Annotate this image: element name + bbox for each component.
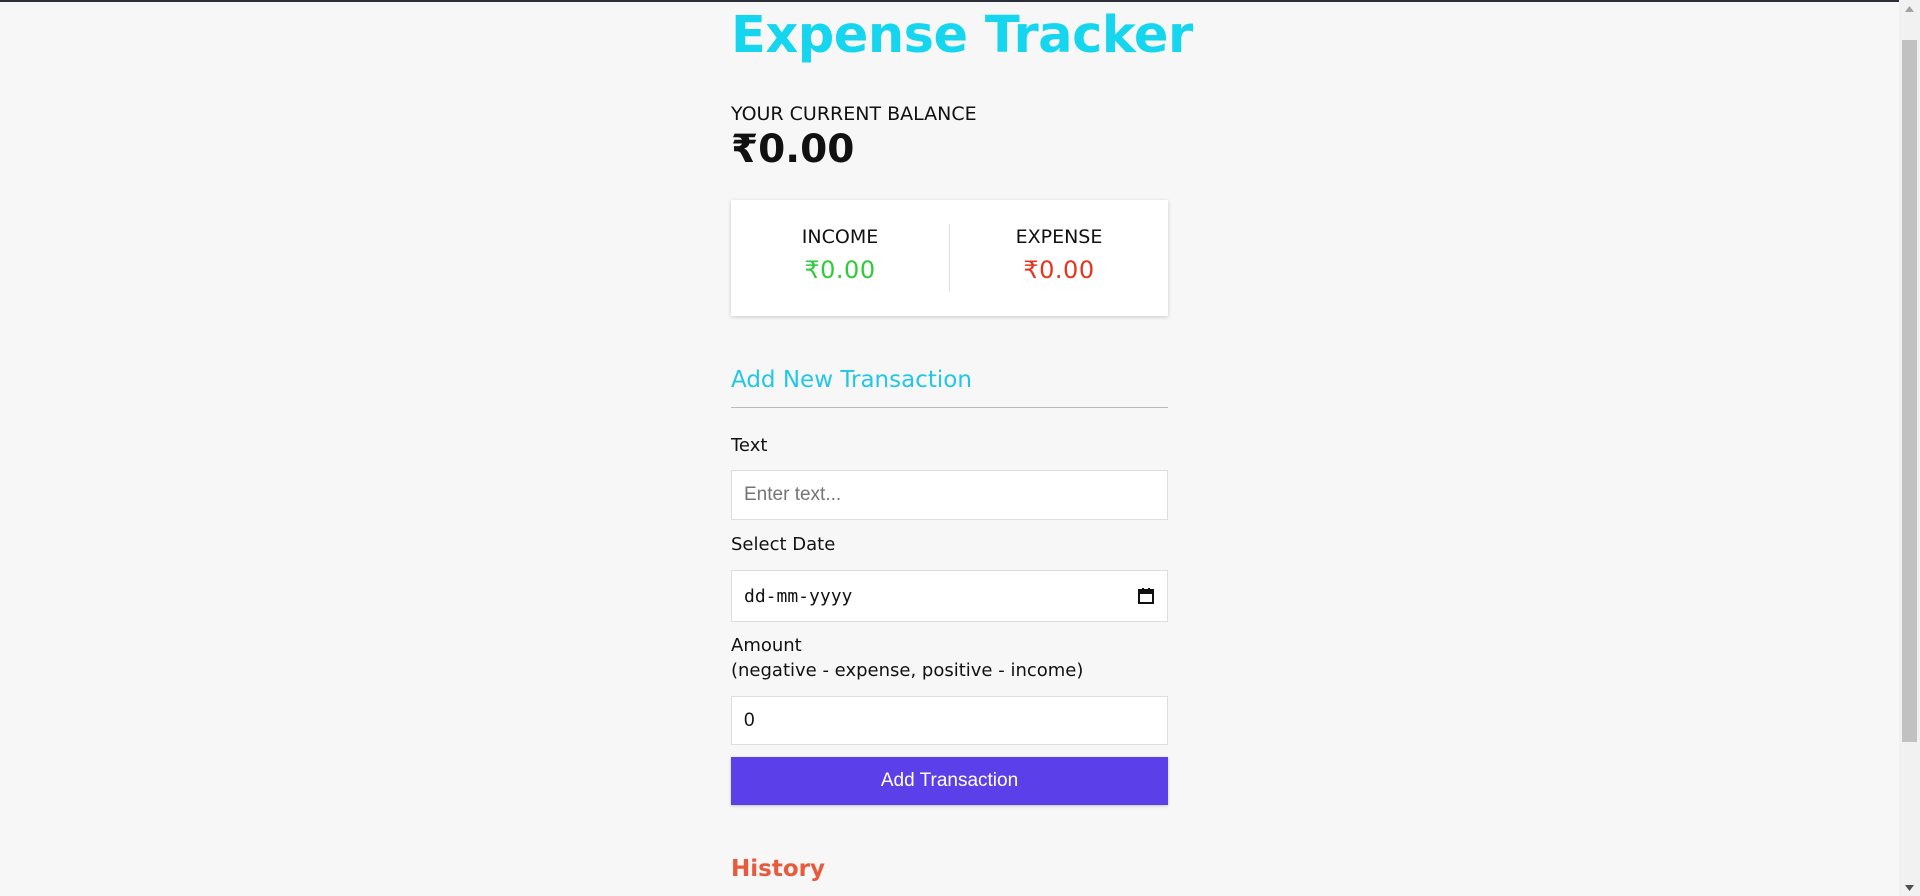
date-placeholder: dd-mm-yyyy: [744, 585, 853, 607]
page: Expense Tracker YOUR CURRENT BALANCE ₹0.…: [0, 0, 1899, 896]
add-transaction-heading: Add New Transaction: [731, 367, 972, 393]
date-input[interactable]: dd-mm-yyyy: [731, 570, 1168, 622]
section-divider: [731, 407, 1168, 408]
calendar-icon[interactable]: [1137, 587, 1155, 605]
history-heading: History: [731, 856, 825, 882]
chevron-up-icon[interactable]: [1899, 0, 1920, 17]
page-title: Expense Tracker: [731, 6, 1193, 65]
balance-value: ₹0.00: [731, 127, 855, 172]
income-label: INCOME: [801, 226, 879, 248]
expense-section: EXPENSE ₹0.00: [950, 200, 1168, 316]
income-expense-card: INCOME ₹0.00 EXPENSE ₹0.00: [731, 200, 1168, 316]
date-field-label: Select Date: [731, 534, 836, 555]
vertical-scrollbar[interactable]: [1899, 0, 1920, 896]
expense-label: EXPENSE: [1015, 226, 1103, 248]
add-transaction-button[interactable]: Add Transaction: [731, 757, 1168, 805]
income-value: ₹0.00: [804, 256, 876, 284]
expense-value: ₹0.00: [1023, 256, 1095, 284]
text-input[interactable]: [731, 470, 1168, 520]
scrollbar-thumb[interactable]: [1902, 40, 1917, 742]
text-field-label: Text: [731, 435, 768, 456]
amount-field-hint: (negative - expense, positive - income): [731, 660, 1084, 681]
amount-input[interactable]: [731, 696, 1168, 745]
chevron-down-icon[interactable]: [1899, 879, 1920, 896]
income-section: INCOME ₹0.00: [731, 200, 949, 316]
balance-label: YOUR CURRENT BALANCE: [731, 103, 977, 125]
amount-field-label: Amount: [731, 635, 802, 656]
